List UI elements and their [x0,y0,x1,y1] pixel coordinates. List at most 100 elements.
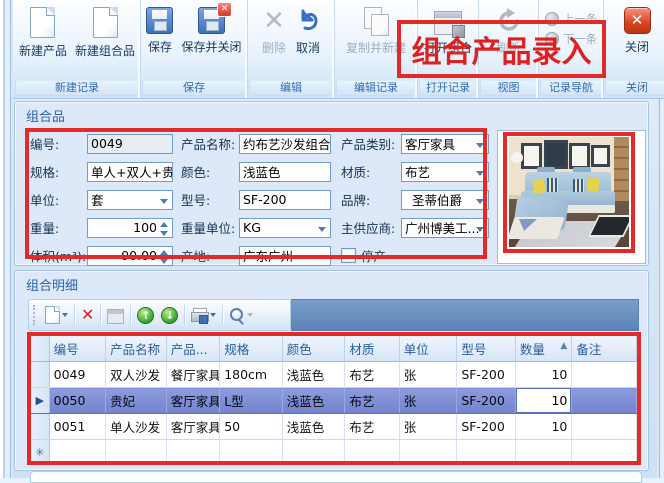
discontinued-label: 停产 [361,246,386,265]
cell-qty-focused[interactable]: 10 [515,388,572,414]
print-export-button[interactable] [189,306,218,325]
cell-spec[interactable]: 180cm [220,362,283,388]
cell-category[interactable]: 客厅家具 [166,414,219,440]
col-header-unit[interactable]: 单位 [399,336,457,362]
material-select[interactable]: 布艺 [401,162,489,182]
cell-material[interactable]: 布艺 [345,362,399,388]
combo-product-form: 编号: 0049 产品名称: 约布艺沙发组合 产品类别: 客厅家具 规格: 单人… [30,133,489,266]
search-button[interactable] [227,305,255,325]
cancel-button[interactable]: 取消 [292,5,324,58]
qty-header-label: 数量 [520,342,545,357]
chevron-down-icon[interactable] [476,171,484,176]
cancel-label: 取消 [296,39,320,56]
spec-label: 规格: [30,162,87,181]
cell-color[interactable]: 浅蓝色 [282,388,345,414]
cell-note[interactable] [572,362,637,388]
col-header-note[interactable]: 备注 [572,336,637,362]
wall-frame-icon [569,143,590,169]
cell-unit[interactable]: 张 [399,414,457,440]
spinner-arrows-icon[interactable] [160,249,169,265]
cell-category[interactable]: 餐厅家具 [166,362,219,388]
move-up-button[interactable] [135,305,156,326]
col-header-color[interactable]: 颜色 [282,336,345,362]
cell-spec[interactable]: 50 [220,414,283,440]
annotation-stamp-box: 组合产品录入 [397,20,606,78]
new-row[interactable]: ✳ [31,440,637,465]
cell-unit[interactable]: 张 [399,388,457,414]
brand-label: 品牌: [341,190,401,209]
category-select[interactable]: 客厅家具 [401,134,489,154]
col-header-code[interactable]: 编号 [49,336,106,362]
new-combo-button[interactable]: 新建组合品 [72,5,138,61]
unit-select[interactable]: 套 [87,190,173,210]
table-row[interactable]: 0051 单人沙发 客厅家具 50 浅蓝色 布艺 张 SF-200 10 [31,414,637,440]
new-product-label: 新建产品 [19,42,67,59]
origin-field[interactable]: 广东广州 [239,246,331,266]
cell-color[interactable]: 浅蓝色 [282,362,345,388]
cell-unit[interactable]: 张 [399,362,457,388]
cell-category[interactable]: 客厅家具 [166,388,219,414]
material-value: 布艺 [405,162,430,181]
combo-detail-panel: 组合明细 编号 产品名称 产品... 规格 [14,270,649,471]
spec-field[interactable]: 单人+双人+贵妃 [87,162,173,182]
cell-model[interactable]: SF-200 [457,362,516,388]
cell-model[interactable]: SF-200 [457,414,516,440]
color-field[interactable]: 浅蓝色 [239,162,331,182]
cell-product-name[interactable]: 单人沙发 [106,414,167,440]
spinner-arrows-icon[interactable] [160,221,169,237]
material-label: 材质: [341,162,401,181]
chevron-down-icon[interactable] [476,227,484,232]
delete-row-button[interactable] [79,305,96,325]
product-name-field[interactable]: 约布艺沙发组合 [239,134,331,154]
product-name-value: 约布艺沙发组合 [243,134,331,153]
cell-product-name[interactable]: 双人沙发 [106,362,167,388]
cell-spec[interactable]: L型 [220,388,283,414]
cell-qty[interactable]: 10 [515,362,572,388]
cell-material[interactable]: 布艺 [345,414,399,440]
cell-product-name[interactable]: 贵妃 [106,388,167,414]
model-field[interactable]: SF-200 [239,190,331,210]
chevron-down-icon[interactable] [476,143,484,148]
cell-model[interactable]: SF-200 [457,388,516,414]
code-field[interactable]: 0049 [87,134,173,154]
save-button[interactable]: 保存 [143,5,176,57]
supplier-select[interactable]: 广州博美工... [401,218,489,238]
cell-code[interactable]: 0049 [49,362,106,388]
move-down-button[interactable] [159,305,180,326]
volume-stepper[interactable]: 90.00 [87,246,173,266]
cell-qty[interactable]: 10 [515,414,572,440]
cell-note[interactable] [572,388,637,414]
col-header-model[interactable]: 型号 [457,336,516,362]
close-button[interactable]: 关闭 [621,5,654,57]
volume-label: 体积(m³): [30,246,87,265]
col-header-product-name[interactable]: 产品名称 [106,336,167,362]
add-row-button[interactable] [43,304,70,326]
cell-code[interactable]: 0050 [49,388,106,414]
chevron-down-icon[interactable] [160,199,168,204]
table-row-selected[interactable]: ▶ 0050 贵妃 客厅家具 L型 浅蓝色 布艺 张 SF-200 10 [31,388,637,414]
brand-select[interactable]: 圣蒂伯爵 [401,190,489,210]
group-label-close: 关闭 [605,80,664,96]
supplier-label: 主供应商: [341,218,401,237]
new-row-icon: ✳ [31,440,49,465]
cell-material[interactable]: 布艺 [345,388,399,414]
col-header-spec[interactable]: 规格 [220,336,283,362]
chevron-down-icon[interactable] [318,227,326,232]
cell-code[interactable]: 0051 [49,414,106,440]
chevron-down-icon[interactable] [476,199,484,204]
col-header-category[interactable]: 产品... [166,336,219,362]
weight-unit-select[interactable]: KG [239,218,331,238]
weight-stepper[interactable]: 100 [87,218,173,238]
cell-note[interactable] [572,414,637,440]
new-product-button[interactable]: 新建产品 [16,5,70,61]
discontinued-checkbox[interactable] [341,248,356,263]
col-header-material[interactable]: 材质 [345,336,399,362]
save-and-close-button[interactable]: 保存并关闭 [178,5,244,57]
chevron-down-icon[interactable] [210,313,216,317]
col-header-qty[interactable]: 数量▲ [515,336,572,362]
close-label: 关闭 [625,38,649,55]
cell-color[interactable]: 浅蓝色 [282,414,345,440]
row-indicator-header [31,336,49,362]
table-row[interactable]: 0049 双人沙发 餐厅家具 180cm 浅蓝色 布艺 张 SF-200 10 [31,362,637,388]
chevron-down-icon[interactable] [62,313,68,317]
